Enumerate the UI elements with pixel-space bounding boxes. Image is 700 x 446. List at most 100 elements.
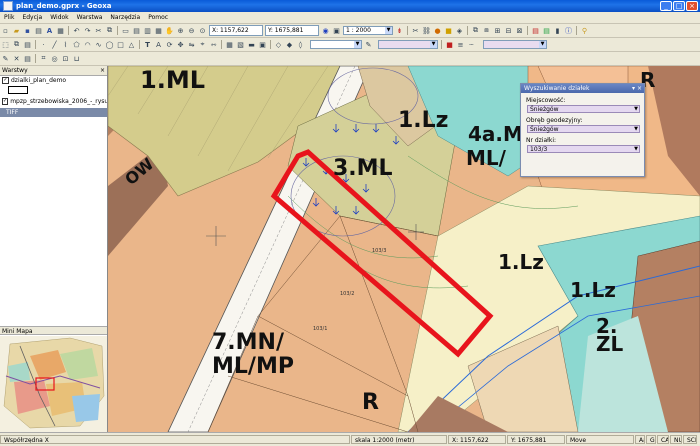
parcel-number-select[interactable]: 103/3 ▼ [527, 145, 640, 153]
print-icon[interactable]: ▤ [34, 26, 43, 35]
close-icon[interactable]: × [100, 66, 105, 75]
layer-checkbox[interactable]: ✓ [2, 77, 9, 84]
form-icon[interactable]: ▥ [143, 26, 152, 35]
window-icon[interactable]: ▭ [121, 26, 130, 35]
fill-icon[interactable]: ▦ [225, 40, 234, 49]
circle-icon[interactable]: ● [433, 26, 442, 35]
locate-stop-icon[interactable]: ▣ [332, 26, 341, 35]
rotate-icon[interactable]: ⟳ [165, 40, 174, 49]
clip-icon[interactable]: ⊡ [61, 54, 70, 63]
locality-select[interactable]: Śnieżgów ▼ [527, 105, 640, 113]
triangle-icon[interactable]: △ [127, 40, 136, 49]
zoom-in-icon[interactable]: ⊕ [176, 26, 185, 35]
zoom-extent-icon[interactable]: ⊙ [198, 26, 207, 35]
polyline-icon[interactable]: ⌇ [61, 40, 70, 49]
bookmark-icon[interactable]: ▮ [553, 26, 562, 35]
hand-icon[interactable]: ✋ [165, 26, 174, 35]
paste-icon[interactable]: ▤ [23, 40, 32, 49]
table-icon[interactable]: ▤ [132, 26, 141, 35]
save-icon[interactable]: ▪ [23, 26, 32, 35]
dialog-header-buttons[interactable]: ▾ × [632, 84, 642, 93]
rect-icon[interactable]: ■ [444, 26, 453, 35]
text-icon[interactable]: T [143, 40, 152, 49]
layer-checkbox[interactable]: ✓ [2, 98, 9, 105]
hatch-icon[interactable]: ▧ [236, 40, 245, 49]
copy2-icon[interactable]: ⧉ [12, 40, 21, 49]
link-icon[interactable]: ⛓ [422, 26, 431, 35]
node-delete-icon[interactable]: ◊ [296, 40, 305, 49]
menu-plik[interactable]: Plik [0, 14, 18, 21]
buffer-icon[interactable]: ◎ [50, 54, 59, 63]
symbol-select[interactable]: ▼ [378, 40, 438, 49]
menu-warstwa[interactable]: Warstwa [73, 14, 107, 21]
cut-icon[interactable]: ✂ [94, 26, 103, 35]
new-file-icon[interactable]: ▫ [1, 26, 10, 35]
curve-icon[interactable]: ∿ [94, 40, 103, 49]
scissors-icon[interactable]: ✂ [411, 26, 420, 35]
node-icon[interactable]: ◈ [455, 26, 464, 35]
copy-icon[interactable]: ⧉ [105, 26, 114, 35]
pin-icon[interactable]: ⚲ [580, 26, 589, 35]
layout-icon[interactable]: ▦ [154, 26, 163, 35]
measure-icon[interactable]: ⇿ [209, 40, 218, 49]
ellipse-icon[interactable]: ◯ [105, 40, 114, 49]
weight-icon[interactable]: ≡ [456, 40, 465, 49]
color-icon[interactable]: ■ [445, 40, 454, 49]
info-icon[interactable]: ⓘ [564, 26, 573, 35]
select-icon[interactable]: ⬚ [1, 40, 10, 49]
union-icon[interactable]: ⊔ [72, 54, 81, 63]
style-select[interactable]: ▼ [310, 40, 362, 49]
merge-icon[interactable]: ⊠ [515, 26, 524, 35]
node-edit-icon[interactable]: ◇ [274, 40, 283, 49]
scale-select[interactable]: 1 : 2000 ▼ [343, 26, 393, 35]
edit-icon[interactable]: ✎ [1, 54, 10, 63]
split-icon[interactable]: ⊟ [504, 26, 513, 35]
close-button[interactable]: × [686, 1, 698, 11]
arc-icon[interactable]: ◠ [83, 40, 92, 49]
overlay-icon[interactable]: ⧈ [482, 26, 491, 35]
point-icon[interactable]: · [39, 40, 48, 49]
layer-select[interactable]: ▼ [483, 40, 547, 49]
scale-apply-icon[interactable]: ⇟ [395, 26, 404, 35]
export-icon[interactable]: ▤ [531, 26, 540, 35]
layer-item[interactable]: ✓ dzialki_plan_demo [0, 76, 107, 85]
undo-icon[interactable]: ↶ [72, 26, 81, 35]
grid-icon[interactable]: ▦ [56, 26, 65, 35]
layer-item[interactable]: ✓ mpzp_strzebowiska_2006_-_rysu... [0, 97, 107, 106]
label-icon[interactable]: A [154, 40, 163, 49]
font-icon[interactable]: A [45, 26, 54, 35]
x-coord-field[interactable]: X: 1157,622 [209, 25, 263, 36]
dash-icon[interactable]: ┄ [467, 40, 476, 49]
move-icon[interactable]: ✥ [176, 40, 185, 49]
mirror-icon[interactable]: ⇋ [187, 40, 196, 49]
maximize-button[interactable]: □ [673, 1, 685, 11]
zoom-out-icon[interactable]: ⊖ [187, 26, 196, 35]
line-icon[interactable]: ╱ [50, 40, 59, 49]
node-add-icon[interactable]: ◆ [285, 40, 294, 49]
open-folder-icon[interactable]: ▰ [12, 26, 21, 35]
style-icon[interactable]: ▣ [258, 40, 267, 49]
polygon-icon[interactable]: ⬠ [72, 40, 81, 49]
square-icon[interactable]: □ [116, 40, 125, 49]
arrange-icon[interactable]: ⊞ [493, 26, 502, 35]
chevron-down-icon: ▼ [430, 41, 437, 48]
y-coord-field[interactable]: Y: 1675,881 [265, 25, 319, 36]
menu-widok[interactable]: Widok [46, 14, 72, 21]
menu-pomoc[interactable]: Pomoc [144, 14, 172, 21]
redo-icon[interactable]: ↷ [83, 26, 92, 35]
locate-icon[interactable]: ◉ [321, 26, 330, 35]
pen-icon[interactable]: ✎ [364, 40, 373, 49]
stroke-icon[interactable]: ▬ [247, 40, 256, 49]
import-icon[interactable]: ▤ [542, 26, 551, 35]
minimize-button[interactable]: _ [660, 1, 672, 11]
precinct-select[interactable]: Śnieżgów ▼ [527, 125, 640, 133]
layers-icon[interactable]: ⧉ [471, 26, 480, 35]
topology-icon[interactable]: ⌗ [39, 54, 48, 63]
menu-narzedzia[interactable]: Narzędzia [106, 14, 144, 21]
minimap[interactable] [0, 336, 107, 432]
menu-edycja[interactable]: Edycja [18, 14, 46, 21]
delete-icon[interactable]: ✕ [12, 54, 21, 63]
attr-icon[interactable]: ▤ [23, 54, 32, 63]
raster-layer-item[interactable]: TIFF [0, 108, 107, 117]
snap-icon[interactable]: ⌖ [198, 40, 207, 49]
